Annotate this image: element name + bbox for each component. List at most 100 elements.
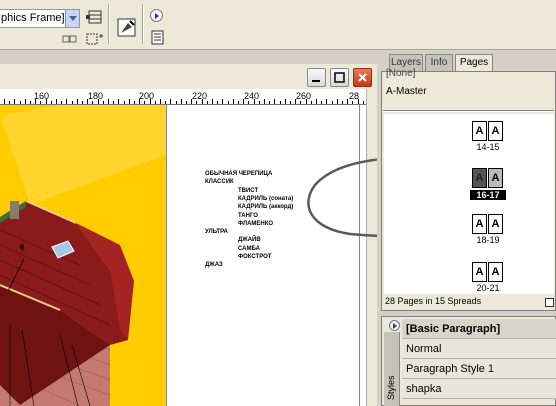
ruler-tick: [201, 99, 203, 104]
close-button[interactable]: [353, 68, 372, 87]
callout-label: 6: [20, 243, 25, 252]
a-master[interactable]: A-Master: [386, 86, 427, 97]
color-picker-icon[interactable]: [116, 17, 138, 39]
roof-model-item: УЛЬТРА: [205, 229, 228, 236]
ruler-label: 220: [192, 91, 208, 101]
spread-number-label: 16-17: [470, 190, 506, 200]
minimize-button[interactable]: [307, 68, 326, 87]
ruler-tick: [269, 101, 271, 104]
note-icon[interactable]: [150, 30, 166, 46]
vertical-scrollbar[interactable]: [366, 89, 377, 406]
ruler-tick: [310, 101, 312, 104]
page-edge: [166, 105, 167, 406]
ruler-tick: [144, 101, 146, 104]
document-canvas[interactable]: 6 ОБЫЧНАЯ ЧЕРЕПИЦА КЛАССИК ТВИСТ КАДРИЛЬ (с…: [0, 105, 366, 406]
ruler-tick: [232, 99, 234, 104]
ruler-tick: [128, 99, 130, 104]
close-icon: [358, 73, 367, 82]
master-divider[interactable]: [383, 110, 554, 112]
ruler-tick: [40, 101, 42, 104]
ruler-tick: [352, 101, 354, 104]
none-master[interactable]: [None]: [386, 68, 415, 79]
control-bar: phics Frame]-: [0, 0, 556, 50]
page-thumbnail[interactable]: A: [488, 214, 503, 234]
ruler-tick: [102, 101, 104, 104]
ruler-tick: [316, 99, 317, 104]
ruler-tick: [238, 101, 239, 104]
ruler-tick: [258, 101, 260, 104]
ruler-tick: [139, 99, 141, 104]
ruler-tick: [342, 101, 343, 104]
style-basic-paragraph[interactable]: [Basic Paragraph]: [402, 319, 556, 339]
ruler-tick: [113, 101, 115, 104]
page-thumbnail[interactable]: A: [488, 168, 503, 188]
frame-type-value: phics Frame]-: [1, 12, 69, 24]
ruler-tick: [243, 99, 245, 104]
style-paragraph-style-1[interactable]: Paragraph Style 1: [402, 359, 556, 379]
panel-menu-arrow-icon[interactable]: [389, 320, 400, 331]
ruler-tick: [154, 101, 156, 104]
page-edge: [359, 105, 360, 406]
roof-model-item: ФЛАМЕНКО: [238, 220, 274, 227]
page-thumbnail[interactable]: A: [472, 214, 487, 234]
ruler-tick: [123, 101, 125, 104]
new-page-icon[interactable]: [545, 298, 554, 307]
maximize-button[interactable]: [330, 68, 349, 87]
ruler-tick: [170, 99, 172, 104]
roof-model-item: ДЖАЗ: [205, 262, 223, 269]
roof-model-item: КЛАССИК: [205, 179, 234, 186]
page-thumbnail[interactable]: A: [472, 262, 487, 282]
ruler-tick: [357, 99, 359, 104]
ruler-label: 260: [296, 91, 312, 101]
style-shapka[interactable]: shapka: [402, 379, 556, 399]
ruler-tick: [97, 99, 99, 104]
frame-type-select[interactable]: phics Frame]-: [0, 9, 80, 28]
frame-grid-icon[interactable]: [86, 9, 104, 27]
ruler-tick: [92, 101, 94, 104]
roof-model-item: ДЖАЙВ: [238, 237, 261, 244]
ruler-tick: [300, 101, 302, 104]
style-normal[interactable]: Normal: [402, 339, 556, 359]
page-thumbnail[interactable]: A: [472, 121, 487, 141]
page-thumbnail[interactable]: A: [488, 262, 503, 282]
ruler-label: 240: [244, 91, 260, 101]
ruler-tick: [321, 101, 323, 104]
ruler-tick: [14, 99, 16, 104]
ruler-tick: [191, 99, 193, 104]
link-icon[interactable]: [62, 33, 78, 45]
document-window: 160 180 200 220 240 260 28 6 ОБЫЧНАЯ ЧЕР…: [0, 64, 377, 406]
ruler-tick: [118, 99, 120, 104]
spread-number-label: 18-19: [476, 235, 500, 245]
ruler-tick: [196, 101, 198, 104]
styles-side-tab[interactable]: Styles: [384, 332, 400, 406]
ruler-tick: [160, 99, 161, 104]
horizontal-ruler[interactable]: 160 180 200 220 240 260 28: [0, 89, 366, 105]
toolbar-separator: [108, 4, 110, 44]
spread-number-label: 20-21: [476, 283, 500, 293]
house-illustration: [0, 105, 166, 406]
ruler-tick: [9, 101, 11, 104]
tab-pages[interactable]: Pages: [455, 54, 493, 72]
ruler-tick: [295, 99, 297, 104]
roof-model-item: ТВИСТ: [238, 187, 259, 194]
ruler-tick: [24, 99, 26, 104]
ruler-tick: [331, 101, 333, 104]
ruler-tick: [4, 99, 5, 104]
pages-panel: [None] A-Master A A 14-15 A A 16-17 A A 18-19 A A 2…: [381, 68, 556, 311]
tab-info[interactable]: Info: [425, 54, 453, 71]
page-thumbnail[interactable]: A: [472, 168, 487, 188]
ruler-label: 200: [139, 91, 155, 101]
ruler-tick: [61, 101, 63, 104]
ruler-tick: [347, 99, 349, 104]
page-thumbnail[interactable]: A: [488, 121, 503, 141]
chevron-down-icon[interactable]: [65, 10, 79, 27]
page-thumbnails[interactable]: A A 14-15 A A 16-17 A A 18-19 A A 20-21: [384, 114, 554, 294]
ruler-tick: [279, 101, 281, 104]
ruler-tick: [76, 99, 78, 104]
panel-menu-arrow-icon[interactable]: [150, 9, 163, 22]
ruler-label: 180: [88, 91, 104, 101]
ruler-tick: [290, 101, 291, 104]
align-icon[interactable]: [86, 33, 104, 45]
ruler-tick: [35, 99, 37, 104]
ruler-tick: [227, 101, 229, 104]
